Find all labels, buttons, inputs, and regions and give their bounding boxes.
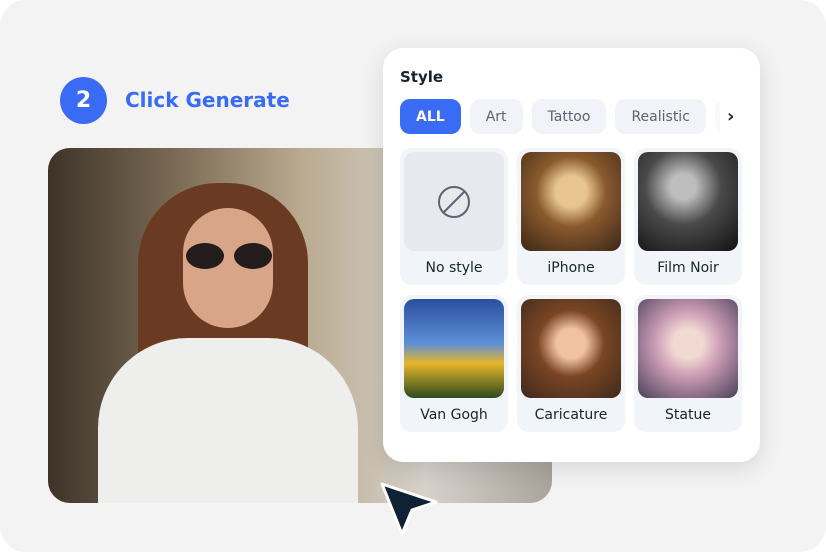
no-style-icon [438, 185, 470, 218]
tab-all[interactable]: ALL [400, 99, 461, 134]
tab-art[interactable]: Art [469, 99, 523, 134]
style-label: Film Noir [657, 260, 719, 276]
style-panel-title: Style [400, 68, 444, 86]
photo-sunglasses [186, 243, 272, 271]
style-film-noir[interactable]: Film Noir [634, 148, 742, 285]
style-label: No style [425, 260, 483, 276]
iphone-thumb [521, 152, 621, 251]
tab-tattoo[interactable]: Tattoo [531, 99, 607, 134]
style-label: Caricature [534, 407, 608, 423]
style-label: Van Gogh [420, 407, 488, 423]
step-number: 2 [75, 88, 92, 113]
style-statue[interactable]: Statue [634, 295, 742, 432]
step-number-badge: 2 [60, 77, 107, 124]
style-iphone[interactable]: iPhone [517, 148, 625, 285]
style-panel: Style ALL Art Tattoo Realistic › No styl… [383, 48, 760, 462]
style-label: Statue [665, 407, 711, 423]
style-grid: No style iPhone Film Noir Van Gogh Caric… [400, 148, 742, 432]
style-no-style[interactable]: No style [400, 148, 508, 285]
tab-more-hidden[interactable] [714, 99, 720, 134]
no-style-thumb [404, 152, 504, 251]
style-category-tabs: ALL Art Tattoo Realistic [400, 99, 720, 134]
chevron-right-icon[interactable]: › [727, 106, 734, 127]
van-gogh-thumb [404, 299, 504, 398]
style-van-gogh[interactable]: Van Gogh [400, 295, 508, 432]
style-label: iPhone [547, 260, 595, 276]
tab-realistic[interactable]: Realistic [615, 99, 706, 134]
caricature-thumb [521, 299, 621, 398]
film-noir-thumb [638, 152, 738, 251]
mouse-cursor-icon [380, 482, 438, 536]
statue-thumb [638, 299, 738, 398]
step-label: Click Generate [125, 88, 290, 112]
photo-shirt [98, 338, 358, 503]
style-caricature[interactable]: Caricature [517, 295, 625, 432]
